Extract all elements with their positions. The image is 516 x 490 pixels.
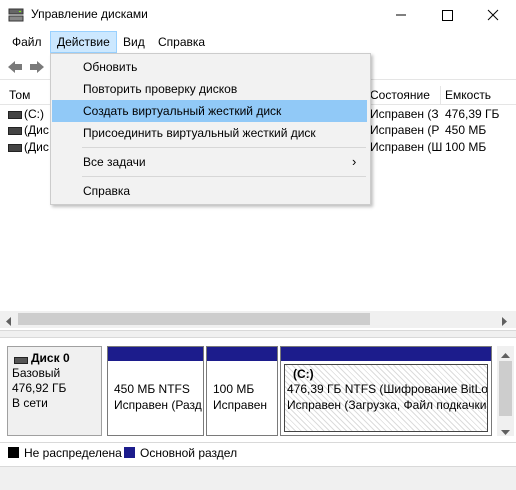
volume-capacity: 476,39 ГБ bbox=[445, 107, 500, 121]
menu-help[interactable]: Справка bbox=[152, 31, 211, 53]
disk-management-icon bbox=[8, 8, 24, 22]
scroll-up-icon[interactable] bbox=[501, 348, 510, 362]
volume-state: Исправен (Р bbox=[370, 123, 440, 137]
partition-c[interactable]: (C:) 476,39 ГБ NTFS (Шифрование BitLocke… bbox=[280, 346, 492, 436]
partition-size: 450 МБ NTFS bbox=[114, 382, 190, 396]
disk-status: В сети bbox=[12, 396, 48, 410]
partition-bar bbox=[281, 347, 491, 361]
menu-item-label: Обновить bbox=[83, 60, 138, 74]
volume-state: Исправен (З bbox=[370, 107, 439, 121]
menu-item-label: Присоединить виртуальный жесткий диск bbox=[83, 126, 316, 140]
menu-item-all-tasks[interactable]: Все задачи › bbox=[52, 151, 367, 173]
column-header-capacity[interactable]: Емкость bbox=[445, 88, 491, 102]
menu-view[interactable]: Вид bbox=[117, 31, 151, 53]
menu-item-attach-vhd[interactable]: Присоединить виртуальный жесткий диск bbox=[52, 122, 367, 144]
legend-swatch-unallocated bbox=[8, 447, 19, 458]
menu-item-label: Повторить проверку дисков bbox=[83, 82, 238, 96]
volume-name: (Дис bbox=[24, 123, 49, 137]
minimize-icon bbox=[396, 14, 406, 16]
close-icon bbox=[487, 9, 499, 21]
menu-separator bbox=[82, 147, 366, 148]
scroll-down-icon[interactable] bbox=[501, 425, 510, 439]
column-divider[interactable] bbox=[440, 86, 441, 104]
status-bar bbox=[0, 466, 516, 490]
disk-size: 476,92 ГБ bbox=[12, 381, 67, 395]
menu-item-label: Создать виртуальный жесткий диск bbox=[83, 104, 282, 118]
menu-item-rescan-disks[interactable]: Повторить проверку дисков bbox=[52, 78, 367, 100]
partition-size: 476,39 ГБ NTFS (Шифрование BitLocker) bbox=[287, 382, 487, 396]
forward-arrow-icon[interactable] bbox=[28, 59, 46, 78]
volume-name: (C:) bbox=[24, 107, 44, 121]
menu-item-label: Все задачи bbox=[83, 155, 146, 169]
disk-info-box[interactable]: Диск 0 Базовый 476,92 ГБ В сети bbox=[7, 346, 102, 436]
partition-efi[interactable]: 100 МБ Исправен bbox=[206, 346, 278, 436]
close-button[interactable] bbox=[470, 0, 516, 30]
menu-item-label: Справка bbox=[83, 184, 131, 198]
menu-item-create-vhd[interactable]: Создать виртуальный жесткий диск bbox=[52, 100, 367, 122]
partition-title: (C:) bbox=[293, 367, 314, 381]
submenu-chevron-icon: › bbox=[352, 154, 357, 169]
menu-action[interactable]: Действие bbox=[50, 31, 117, 53]
legend-label-primary: Основной раздел bbox=[140, 446, 238, 460]
legend-label-unallocated: Не распределена bbox=[24, 446, 122, 460]
back-arrow-icon[interactable] bbox=[6, 59, 24, 78]
minimize-button[interactable] bbox=[378, 0, 424, 30]
volume-capacity: 100 МБ bbox=[445, 140, 487, 154]
partition-size: 100 МБ bbox=[213, 382, 255, 396]
scrollbar-thumb[interactable] bbox=[499, 361, 512, 416]
volume-capacity: 450 МБ bbox=[445, 123, 487, 137]
disk-type: Базовый bbox=[12, 366, 61, 380]
column-header-status[interactable]: Состояние bbox=[370, 88, 430, 102]
pane-splitter[interactable] bbox=[0, 330, 516, 338]
maximize-button[interactable] bbox=[424, 0, 470, 30]
partition-status: Исправен bbox=[213, 398, 268, 412]
scroll-right-icon[interactable] bbox=[500, 315, 508, 329]
window-title: Управление дисками bbox=[31, 7, 148, 21]
maximize-icon bbox=[442, 10, 453, 21]
column-header-volume[interactable]: Том bbox=[9, 88, 30, 102]
drive-icon bbox=[8, 111, 22, 119]
volume-name: (Дис bbox=[24, 140, 49, 154]
drive-icon bbox=[8, 144, 22, 152]
menu-file[interactable]: Файл bbox=[6, 31, 48, 53]
legend-swatch-primary bbox=[124, 447, 135, 458]
partition-status: Исправен (Разд bbox=[114, 398, 202, 412]
menu-item-refresh[interactable]: Обновить bbox=[52, 56, 367, 78]
partition-bar bbox=[108, 347, 203, 361]
menu-item-help[interactable]: Справка bbox=[52, 180, 367, 202]
partition-recovery[interactable]: 450 МБ NTFS Исправен (Разд bbox=[107, 346, 204, 436]
scrollbar-thumb[interactable] bbox=[18, 313, 370, 325]
drive-icon bbox=[8, 127, 22, 135]
disk-name: Диск 0 bbox=[31, 351, 70, 365]
menu-separator bbox=[82, 176, 366, 177]
disk-icon bbox=[14, 353, 28, 367]
scroll-left-icon[interactable] bbox=[5, 315, 13, 329]
partition-bar bbox=[207, 347, 277, 361]
volume-state: Исправен (Ш bbox=[370, 140, 443, 154]
partition-status: Исправен (Загрузка, Файл подкачки bbox=[287, 398, 487, 412]
